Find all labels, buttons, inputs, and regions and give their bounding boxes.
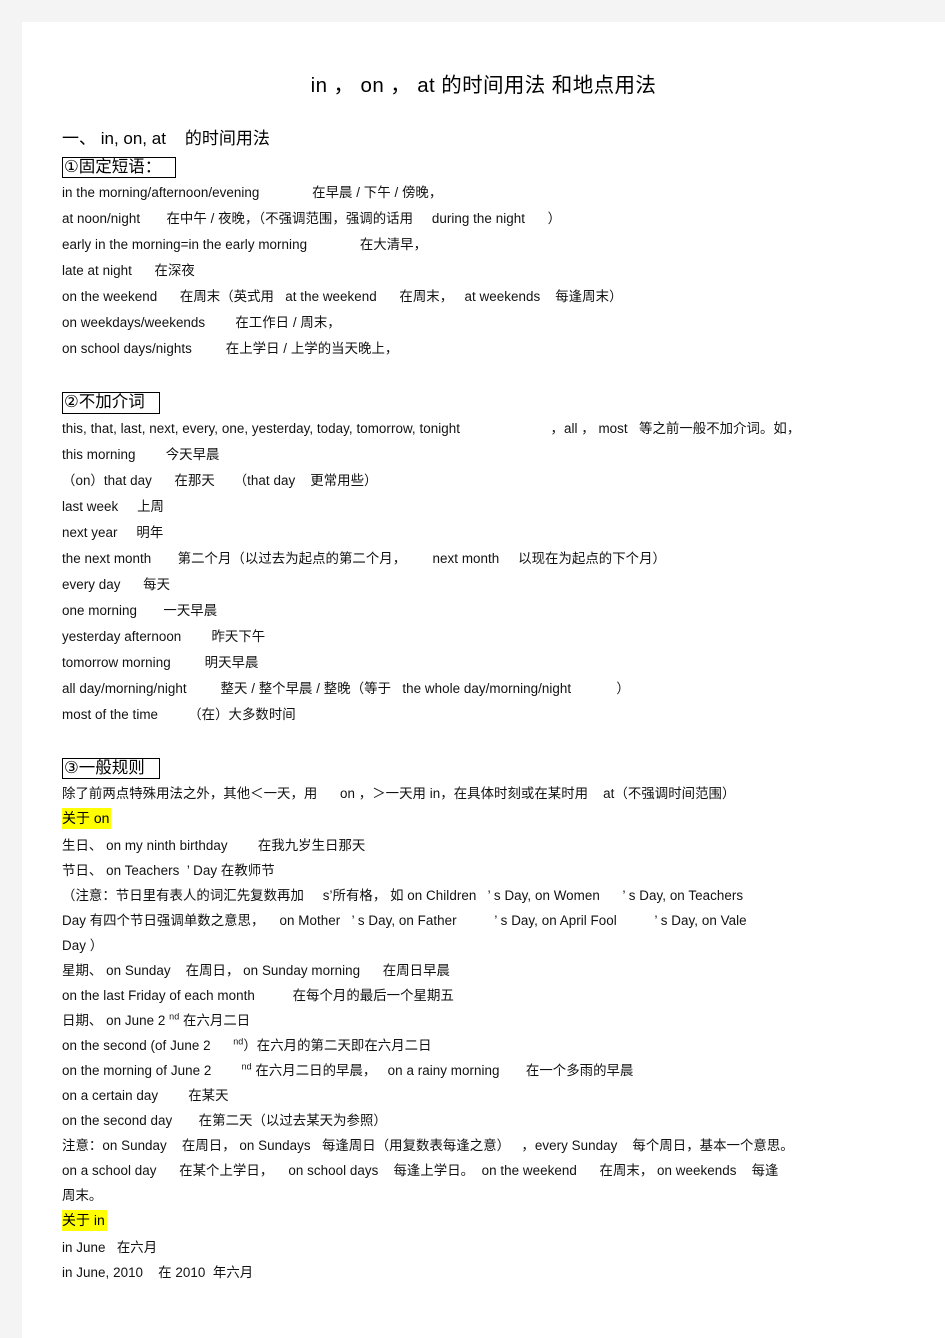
- text-line: on weekdays/weekends 在工作日 / 周末，: [62, 315, 341, 331]
- text-line: on a certain day 在某天: [62, 1088, 229, 1104]
- text-line: in the morning/afternoon/evening 在早晨 / 下…: [62, 185, 443, 201]
- subsection-2-body: this, that, last, next, every, one, yest…: [22, 416, 945, 728]
- text-line: in June 在六月: [62, 1240, 158, 1256]
- text-line: Day 有四个节日强调单数之意思， on Mother ’ s Day, on …: [62, 913, 747, 929]
- line-pre: on the second (of June 2: [62, 1038, 234, 1054]
- text-line: this morning 今天早晨: [62, 446, 220, 462]
- text-line: this, that, last, next, every, one, yest…: [62, 420, 801, 436]
- line-post: 在六月二日: [179, 1013, 251, 1029]
- line-post: ）在六月的第二天即在六月二日: [243, 1038, 432, 1054]
- subsection-3-intro: 除了前两点特殊用法之外，其他＜一天，用 on ，＞一天用 in，在具体时刻或在某…: [62, 786, 736, 802]
- text-line: 周末。: [62, 1188, 103, 1204]
- text-line: Day ）: [62, 938, 104, 954]
- subsection-3-heading: ③一般规则: [62, 757, 160, 780]
- ordinal-suffix: nd: [233, 1036, 244, 1047]
- text-line-june-2nd: 日期、 on June 2 nd 在六月二日: [62, 1008, 945, 1033]
- text-line: on the second day 在第二天（以过去某天为参照）: [62, 1113, 387, 1129]
- text-line: last week 上周: [62, 498, 165, 514]
- text-line: the next month 第二个月（以过去为起点的第二个月， next mo…: [62, 550, 667, 566]
- text-line: next year 明年: [62, 524, 164, 540]
- text-line: tomorrow morning 明天早晨: [62, 654, 259, 670]
- line-pre: 日期、 on June 2: [62, 1013, 170, 1029]
- text-line: yesterday afternoon 昨天下午: [62, 628, 266, 644]
- page-content: in ， on ， at 的时间用法 和地点用法 一、 in, on, at 的…: [22, 68, 945, 1285]
- text-line: 生日、 on my ninth birthday 在我九岁生日那天: [62, 838, 366, 854]
- text-line: all day/morning/night 整天 / 整个早晨 / 整晚（等于 …: [62, 680, 630, 696]
- text-line: （注意：节日里有表人的词汇先复数再加 s’所有格， 如 on Children …: [62, 888, 744, 904]
- highlight-label-on: 关于 on: [62, 808, 112, 830]
- subsection-3-body: 除了前两点特殊用法之外，其他＜一天，用 on ，＞一天用 in，在具体时刻或在某…: [22, 781, 945, 1285]
- text-line: early in the morning=in the early mornin…: [62, 237, 428, 253]
- text-line: （on）that day 在那天 （that day 更常用些）: [62, 472, 378, 488]
- text-line: 节日、 on Teachers ’ Day 在教师节: [62, 863, 275, 879]
- subsection-1-body: in the morning/afternoon/evening 在早晨 / 下…: [22, 180, 945, 362]
- text-line: on the last Friday of each month 在每个月的最后…: [62, 988, 454, 1004]
- line-post: 在六月二日的早晨， on a rainy morning 在一个多雨的早晨: [251, 1063, 634, 1079]
- text-line-morning-of-june: on the morning of June 2 nd 在六月二日的早晨， on…: [62, 1058, 945, 1083]
- ordinal-suffix: nd: [169, 1011, 180, 1022]
- text-line-second-of-june: on the second (of June 2 nd）在六月的第二天即在六月二…: [62, 1033, 945, 1058]
- ordinal-suffix: nd: [241, 1061, 252, 1072]
- highlight-row-on: 关于 on: [62, 808, 945, 830]
- text-line: on the weekend 在周末（英式用 at the weekend 在周…: [62, 289, 623, 305]
- page-title: in ， on ， at 的时间用法 和地点用法: [310, 74, 657, 97]
- text-line: at noon/night 在中午 / 夜晚，（不强调范围，强调的话用 duri…: [62, 211, 562, 227]
- line-pre: on the morning of June 2: [62, 1063, 242, 1079]
- document-page: in ， on ， at 的时间用法 和地点用法 一、 in, on, at 的…: [22, 22, 945, 1338]
- text-line: late at night 在深夜: [62, 263, 195, 279]
- text-line: 注意：on Sunday 在周日， on Sundays 每逢周日（用复数表每逢…: [62, 1138, 794, 1154]
- text-line: in June, 2010 在 2010 年六月: [62, 1265, 254, 1281]
- text-line: on a school day 在某个上学日， on school days 每…: [62, 1163, 779, 1179]
- text-line: on school days/nights 在上学日 / 上学的当天晚上，: [62, 341, 399, 357]
- highlight-row-in: 关于 in: [62, 1210, 945, 1232]
- text-line: 星期、 on Sunday 在周日， on Sunday morning 在周日…: [62, 963, 450, 979]
- subsection-2-heading: ②不加介词: [62, 392, 160, 414]
- highlight-label-in: 关于 in: [62, 1210, 107, 1232]
- text-line: most of the time （在）大多数时间: [62, 706, 296, 722]
- text-line: one morning 一天早晨: [62, 602, 218, 618]
- section-heading-one: 一、 in, on, at 的时间用法: [62, 129, 270, 148]
- subsection-1-heading: ①固定短语：: [62, 157, 177, 179]
- text-line: every day 每天: [62, 576, 171, 592]
